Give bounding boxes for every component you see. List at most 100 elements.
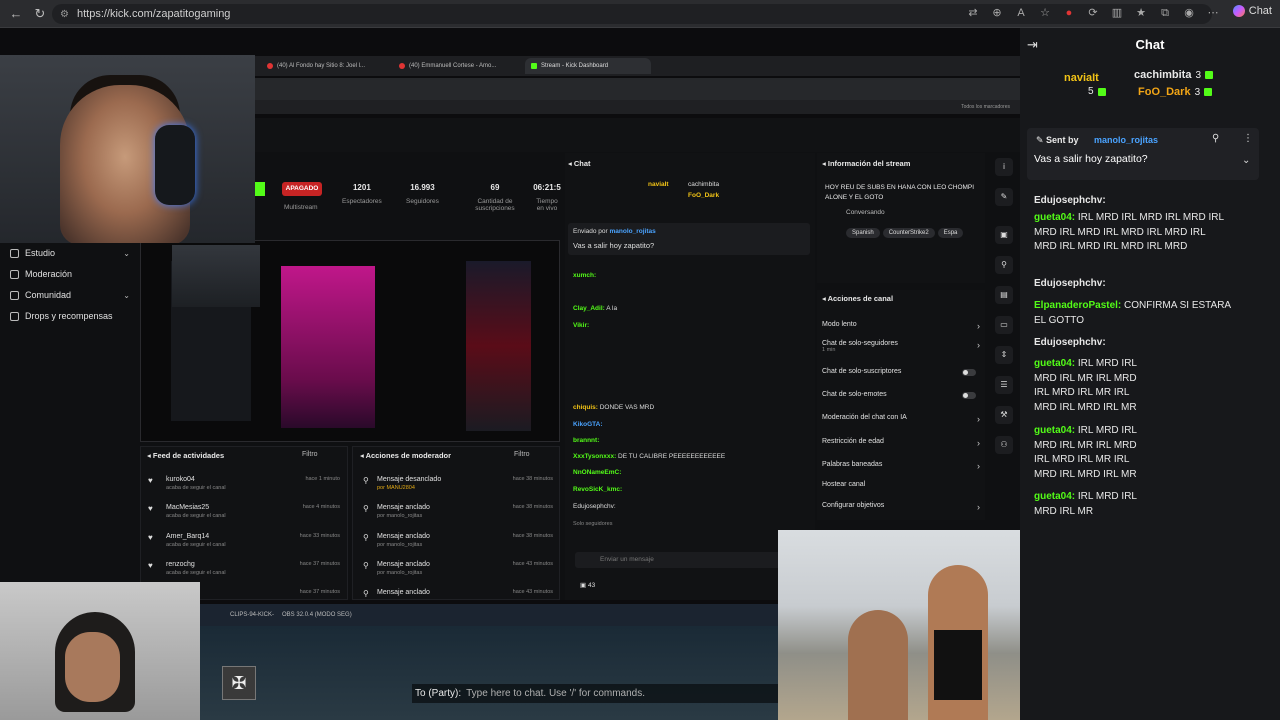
leader-item[interactable]: naviaIt xyxy=(1064,72,1099,84)
mod-row: ⚲ Mensaje desanclado por MANU2804 hace 38 m… xyxy=(363,476,553,491)
favorite-icon[interactable]: ☆ xyxy=(1038,6,1052,20)
layout-icon[interactable]: ▣ xyxy=(995,226,1013,244)
more-icon[interactable]: ⋯ xyxy=(1206,6,1220,20)
stat-multistream: Multistream xyxy=(284,204,318,211)
stream-info-panel xyxy=(817,153,985,283)
shield-icon xyxy=(10,269,19,279)
pinned-user[interactable]: manolo_rojitas xyxy=(1094,135,1158,145)
feed-row: ♥ Amer_Barq14 acaba de seguir el canal hace… xyxy=(148,533,340,548)
extension-icon[interactable]: ● xyxy=(1062,6,1076,20)
mod-actions-title: ◂ Acciones de moderador xyxy=(360,451,452,460)
action-ai-moderation[interactable]: Moderación del chat con IA › xyxy=(822,414,980,424)
refresh-ext-icon[interactable]: ⟳ xyxy=(1086,6,1100,20)
leader-item[interactable]: FoO_Dark 3 xyxy=(1138,86,1213,98)
chat-line: NnONameEmC: xyxy=(573,469,622,476)
back-icon[interactable]: ← xyxy=(8,6,24,22)
copilot-chat-button[interactable]: Chat xyxy=(1232,5,1272,17)
taskbar-item[interactable]: OBS 32.0.4 (MODO SEG) xyxy=(282,612,352,618)
translate-icon[interactable]: ⇄ xyxy=(966,6,980,20)
chevron-right-icon: › xyxy=(977,461,980,471)
nav-comunidad[interactable]: Comunidad ⌄ xyxy=(10,290,130,300)
read-aloud-icon[interactable]: A xyxy=(1014,6,1028,20)
chat-line: xumch: xyxy=(573,272,597,279)
chat-message: gueta04: IRL MRD IRL MRD IRL MR IRL MRD … xyxy=(1034,425,1137,480)
action-host-channel[interactable]: Hostear canal xyxy=(822,481,980,488)
reload-icon[interactable]: ↻ xyxy=(32,6,48,22)
chat-message: Edujosephchv: xyxy=(1034,278,1106,289)
heart-icon: ♥ xyxy=(148,476,153,485)
action-goals[interactable]: Configurar objetivos › xyxy=(822,502,980,512)
toggle-switch xyxy=(962,392,976,399)
list-icon[interactable]: ☰ xyxy=(995,376,1013,394)
inner-tab-strip: (40) Al Fondo hay Sitio 8: Joel l... (40… xyxy=(255,56,1020,76)
action-banned-words[interactable]: Palabras baneadas › xyxy=(822,461,980,471)
pin-icon[interactable]: ⚲ xyxy=(995,256,1013,274)
dashboard-chat-title: ◂ Chat xyxy=(568,159,591,168)
activity-feed-title: ◂ Feed de actividades xyxy=(147,451,225,460)
nav-estudio[interactable]: Estudio ⌄ xyxy=(10,248,130,258)
pin-icon: ⚲ xyxy=(363,533,369,542)
inner-tab[interactable]: (40) Emmanuell Cortese - Amo... xyxy=(393,58,519,74)
stream-tags: Spanish CounterStrike2 Espa xyxy=(846,221,966,239)
chat-line: KikoGTA: xyxy=(573,421,603,428)
chevron-down-icon[interactable]: ⌄ xyxy=(1242,155,1250,166)
stream-title: HOY REU DE SUBS EN HANA CON LEO CHOMPI A… xyxy=(825,184,975,201)
pin-icon[interactable]: ⚲ xyxy=(1212,133,1219,144)
nav-moderacion[interactable]: Moderación xyxy=(10,269,130,279)
action-emotes-only[interactable]: Chat de solo-emotes xyxy=(822,391,980,399)
pinned-text: Vas a salir hoy zapatito? xyxy=(1034,153,1148,165)
inner-tab-active[interactable]: Stream - Kick Dashboard xyxy=(525,58,651,74)
live-indicator xyxy=(255,182,265,196)
channel-actions-title: ◂ Acciones de canal xyxy=(822,294,894,303)
leader-item[interactable]: cachimbita 3 xyxy=(1134,69,1214,81)
chat-line: chiquis: DONDE VAS MRD xyxy=(573,404,655,411)
toggle-switch xyxy=(962,369,976,376)
action-age-restriction[interactable]: Restricción de edad › xyxy=(822,438,980,448)
mod-actions-panel xyxy=(352,446,560,600)
action-slow-mode[interactable]: Modo lento › xyxy=(822,321,980,331)
chat-icon[interactable]: ▭ xyxy=(995,316,1013,334)
leader-count: 5 xyxy=(1088,86,1106,97)
collections-icon[interactable]: ⧉ xyxy=(1158,6,1172,20)
users-icon[interactable]: ⚇ xyxy=(995,436,1013,454)
chat-message: gueta04: IRL MRD IRL MRD IRL MRD IRL MRD… xyxy=(1034,212,1224,252)
mod-filter[interactable]: Filtro xyxy=(514,451,530,458)
heart-icon: ♥ xyxy=(148,533,153,542)
wrench-icon[interactable]: ⚒ xyxy=(995,406,1013,424)
game-emblem-icon: ✠ xyxy=(222,666,256,700)
inner-leader: FoO_Dark xyxy=(688,192,720,199)
profile-icon[interactable]: ◉ xyxy=(1182,6,1196,20)
inner-leader: cachimbita xyxy=(688,181,720,188)
chat-line: Edujosephchv: xyxy=(573,503,616,510)
chat-line: XxxTysonxxx: DE TU CALIBRE PEEEEEEEEEEEE xyxy=(573,453,726,460)
edit-icon[interactable]: ✎ xyxy=(995,188,1013,206)
taskbar: CLIPS-94-KICK- OBS 32.0.4 (MODO SEG) xyxy=(200,604,778,626)
feed-row: ♥ renzochg acaba de seguir el canal hace 37… xyxy=(148,561,340,576)
browser-toolbar: ← ↻ ⚙ https://kick.com/zapatitogaming ⇄ … xyxy=(0,0,1280,28)
expand-icon[interactable]: ⇕ xyxy=(995,346,1013,364)
gift-leaderboard: naviaIt 5 cachimbita 3 FoO_Dark 3 xyxy=(1030,64,1270,108)
inner-pinned-msg: Vas a salir hoy zapatito? xyxy=(573,241,655,250)
action-subs-only[interactable]: Chat de solo-suscriptores xyxy=(822,368,980,376)
party-chat-input[interactable]: To (Party): Type here to chat. Use '/' f… xyxy=(412,684,778,703)
gift-icon xyxy=(10,311,19,321)
inner-tab[interactable]: (40) Al Fondo hay Sitio 8: Joel l... xyxy=(261,58,387,74)
zoom-icon[interactable]: ⊕ xyxy=(990,6,1004,20)
favorites-bar-icon[interactable]: ★ xyxy=(1134,6,1148,20)
pin-icon: ⚲ xyxy=(363,476,369,485)
clip-icon[interactable]: ▤ xyxy=(995,286,1013,304)
inner-chat-input[interactable]: Enviar un mensaje xyxy=(575,552,808,568)
info-icon[interactable]: i xyxy=(995,158,1013,176)
taskbar-item[interactable]: CLIPS-94-KICK- xyxy=(230,612,274,618)
nav-drops[interactable]: Drops y recompensas xyxy=(10,311,130,321)
feed-filter[interactable]: Filtro xyxy=(302,451,318,458)
inner-pinned-by: Enviado por manolo_rojitas xyxy=(573,228,656,235)
activity-feed-panel xyxy=(140,446,348,600)
pin-icon: ⚲ xyxy=(363,589,369,598)
action-followers-only[interactable]: Chat de solo-seguidores 1 min › xyxy=(822,340,980,353)
feed-row: ♥ kuroko04 acaba de seguir el canal hace 1 … xyxy=(148,476,340,491)
mod-row: ⚲ Mensaje anclado por manolo_rojitas hace 4… xyxy=(363,561,553,576)
more-options-icon[interactable]: ⋮ xyxy=(1243,133,1253,144)
split-screen-icon[interactable]: ▥ xyxy=(1110,6,1124,20)
site-info-icon[interactable]: ⚙ xyxy=(60,9,69,20)
